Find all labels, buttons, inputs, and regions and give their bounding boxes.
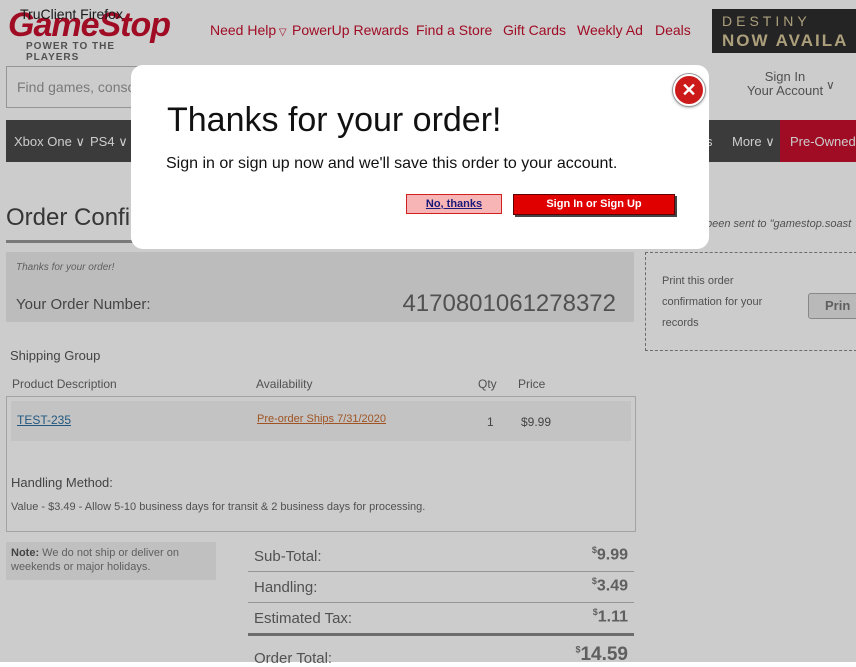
- sign-in-or-sign-up-button[interactable]: Sign In or Sign Up: [513, 194, 675, 215]
- close-icon[interactable]: ✕: [673, 74, 705, 106]
- modal-title: Thanks for your order!: [167, 101, 502, 139]
- save-order-modal: Thanks for your order! Sign in or sign u…: [131, 65, 709, 249]
- no-thanks-button[interactable]: No, thanks: [406, 194, 502, 214]
- modal-message: Sign in or sign up now and we'll save th…: [166, 155, 618, 172]
